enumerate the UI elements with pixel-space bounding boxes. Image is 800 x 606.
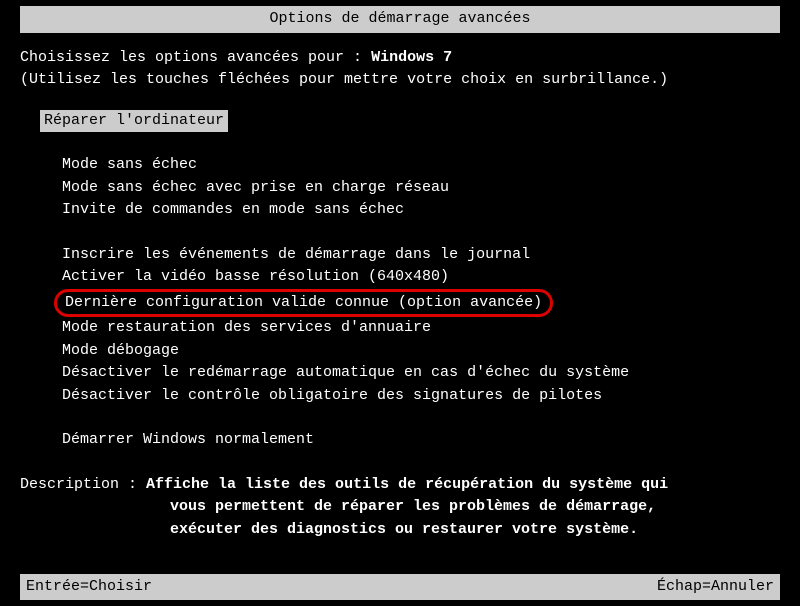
content-area: Choisissez les options avancées pour : W… (0, 33, 800, 542)
instructions-text: (Utilisez les touches fléchées pour mett… (20, 69, 780, 92)
menu-debug[interactable]: Mode débogage (20, 340, 780, 363)
title-text: Options de démarrage avancées (269, 10, 530, 27)
menu-disable-auto-restart[interactable]: Désactiver le redémarrage automatique en… (20, 362, 780, 385)
os-name: Windows 7 (371, 49, 452, 66)
menu-low-res-video[interactable]: Activer la vidéo basse résolution (640x4… (20, 266, 780, 289)
menu-disable-driver-sig[interactable]: Désactiver le contrôle obligatoire des s… (20, 385, 780, 408)
menu-last-known-good-row[interactable]: Dernière configuration valide connue (op… (20, 289, 780, 318)
menu-start-normally[interactable]: Démarrer Windows normalement (20, 429, 780, 452)
description-block: Description : Affiche la liste des outil… (20, 474, 780, 542)
menu-safe-mode[interactable]: Mode sans échec (20, 154, 780, 177)
menu-group-2: Inscrire les événements de démarrage dan… (20, 244, 780, 408)
menu-safe-mode-cmd[interactable]: Invite de commandes en mode sans échec (20, 199, 780, 222)
repair-computer-option[interactable]: Réparer l'ordinateur (40, 110, 228, 133)
prompt-line: Choisissez les options avancées pour : W… (20, 47, 780, 70)
menu-ds-restore[interactable]: Mode restauration des services d'annuair… (20, 317, 780, 340)
description-line3: exécuter des diagnostics ou restaurer vo… (20, 519, 780, 542)
menu-group-3: Démarrer Windows normalement (20, 429, 780, 452)
footer-escape-hint: Échap=Annuler (657, 576, 774, 599)
prompt-prefix: Choisissez les options avancées pour : (20, 49, 371, 66)
menu-boot-log[interactable]: Inscrire les événements de démarrage dan… (20, 244, 780, 267)
description-label: Description : (20, 476, 146, 493)
title-bar: Options de démarrage avancées (20, 6, 780, 33)
description-line2: vous permettent de réparer les problèmes… (20, 496, 780, 519)
footer-bar: Entrée=Choisir Échap=Annuler (20, 574, 780, 601)
menu-last-known-good[interactable]: Dernière configuration valide connue (op… (54, 289, 553, 318)
menu-safe-mode-network[interactable]: Mode sans échec avec prise en charge rés… (20, 177, 780, 200)
description-line1: Affiche la liste des outils de récupérat… (146, 476, 668, 493)
selected-option-row[interactable]: Réparer l'ordinateur (20, 110, 780, 133)
menu-group-1: Mode sans échec Mode sans échec avec pri… (20, 154, 780, 222)
footer-enter-hint: Entrée=Choisir (26, 576, 152, 599)
